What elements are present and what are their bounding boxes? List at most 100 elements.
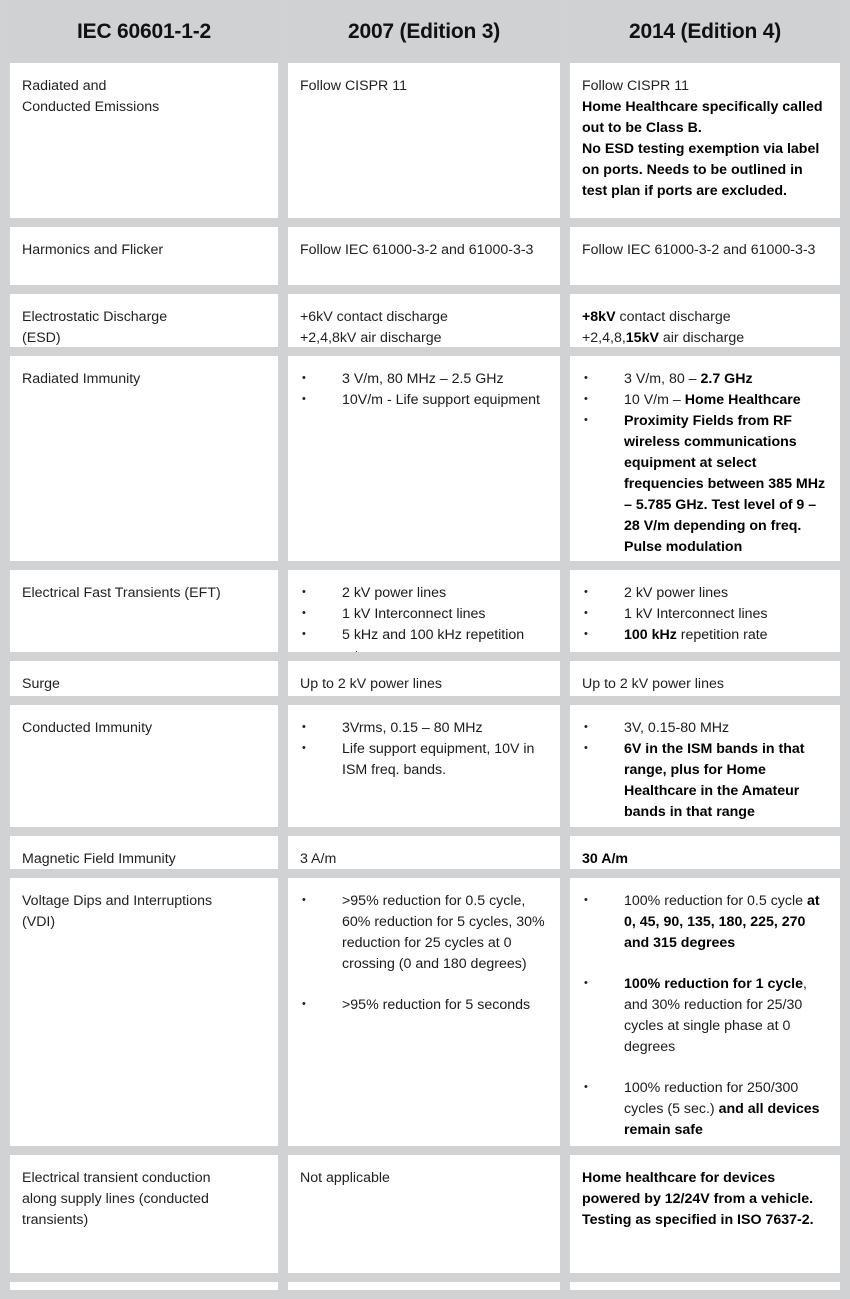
header-column-gap-1 <box>278 0 288 63</box>
text-line: Magnetic Field Immunity <box>22 851 176 867</box>
column-header-criterion-label: IEC 60601-1-2 <box>77 20 211 43</box>
criterion-text: Magnetic Field Immunity <box>22 849 266 869</box>
cell-criterion: Harmonics and Flicker <box>10 227 278 285</box>
text-line: Radiated Immunity <box>22 371 141 387</box>
cell-edition3: >95% reduction for 0.5 cycle, 60% reduct… <box>288 878 560 1146</box>
cell-criterion <box>10 1282 278 1290</box>
cell-criterion: Radiated Immunity <box>10 356 278 561</box>
cell-criterion: Magnetic Field Immunity <box>10 836 278 869</box>
cell-edition4: Follow CISPR 11 Home Healthcare specifica… <box>570 63 840 218</box>
bullet-item: 100% reduction for 0.5 cycle at 0, 45, 9… <box>582 890 828 954</box>
text-line: Harmonics and Flicker <box>22 242 164 258</box>
bullet-item: >95% reduction for 0.5 cycle, 60% reduct… <box>300 890 548 975</box>
column-gap-2 <box>560 661 570 696</box>
bullet-item: Life support equipment, 10V in ISM freq.… <box>300 738 548 781</box>
cell-text: Follow IEC 61000-3-2 and 61000-3-3 <box>300 240 548 261</box>
cell-edition4: 30 A/m <box>570 836 840 869</box>
text-line: Up to 2 kV power lines <box>300 676 442 692</box>
text-run: repetition rate <box>676 627 768 643</box>
bullet-item: 100% reduction for 1 cycle, and 30% redu… <box>582 973 828 1058</box>
text-line: Follow CISPR 11 <box>582 78 689 94</box>
text-line: Follow IEC 61000-3-2 and 61000-3-3 <box>300 242 534 258</box>
bullet-item: 3 V/m, 80 MHz – 2.5 GHz <box>300 368 548 390</box>
cell-edition4: +8kV contact discharge +2,4,8,15kV air di… <box>570 294 840 347</box>
cell-edition3: Follow IEC 61000-3-2 and 61000-3-3 <box>288 227 560 285</box>
text-line: Surge <box>22 676 60 692</box>
text-line: along supply lines (conducted <box>22 1191 209 1207</box>
cell-text: Follow CISPR 11 <box>300 76 548 97</box>
text-line: Follow CISPR 11 <box>300 78 407 94</box>
cell-text: Follow IEC 61000-3-2 and 61000-3-3 <box>582 240 828 261</box>
cell-edition4: Up to 2 kV power lines <box>570 661 840 696</box>
emphasis-text: 2.7 GHz <box>700 371 753 387</box>
text-run: 2 kV power lines <box>624 585 729 601</box>
column-gap-1 <box>278 1282 288 1290</box>
table-row <box>10 1282 840 1290</box>
text-line: Follow IEC 61000-3-2 and 61000-3-3 <box>582 242 816 258</box>
criterion-text: Conducted Immunity <box>22 718 266 739</box>
cell-criterion: Electrical transient conduction along sup… <box>10 1155 278 1273</box>
cell-edition3: 2 kV power lines 1 kV Interconnect lines 5… <box>288 570 560 652</box>
text-run: air discharge <box>658 330 745 346</box>
cell-text: Up to 2 kV power lines <box>300 674 548 695</box>
text-line: Home healthcare for devices powered by 1… <box>582 1170 814 1207</box>
table-row: Surge Up to 2 kV power lines Up to 2 kV po… <box>10 661 840 696</box>
cell-edition3: 3 A/m <box>288 836 560 869</box>
header-column-gap-2 <box>560 0 570 63</box>
column-gap-1 <box>278 705 288 827</box>
text-run: 10V/m - Life support equipment <box>342 392 540 408</box>
table-row: Electrical Fast Transients (EFT) 2 kV pow… <box>10 570 840 652</box>
column-gap-1 <box>278 878 288 1146</box>
column-gap-2 <box>560 294 570 347</box>
column-gap-1 <box>278 661 288 696</box>
text-line: Conducted Emissions <box>22 99 160 115</box>
table-row: Voltage Dips and Interruptions (VDI) >95% … <box>10 878 840 1146</box>
text-line: Not applicable <box>300 1170 390 1186</box>
bullet-item: 6V in the ISM bands in that range, plus … <box>582 738 828 823</box>
table-row: Electrostatic Discharge (ESD) +6kV contact… <box>10 294 840 347</box>
column-gap-2 <box>560 1155 570 1273</box>
column-gap-2 <box>560 63 570 218</box>
bullet-list: 2 kV power lines 1 kV Interconnect lines 5… <box>300 582 548 652</box>
bullet-list: 3V, 0.15-80 MHz 6V in the ISM bands in th… <box>582 717 828 823</box>
column-header-edition3-label: 2007 (Edition 3) <box>347 20 500 43</box>
emphasis-text: +8kV <box>582 309 616 325</box>
text-line: transients) <box>22 1212 89 1228</box>
bullet-item: 10 V/m – Home Healthcare <box>582 389 828 411</box>
cell-edition4: 3 V/m, 80 – 2.7 GHz10 V/m – Home Healthc… <box>570 356 840 561</box>
cell-edition3: Up to 2 kV power lines <box>288 661 560 696</box>
text-run: 1 kV Interconnect lines <box>624 606 768 622</box>
bullet-item: Proximity Fields from RF wireless commun… <box>582 410 828 558</box>
bullet-list: 3 V/m, 80 – 2.7 GHz10 V/m – Home Healthc… <box>582 368 828 558</box>
text-line: Testing as specified in ISO 7637-2. <box>582 1212 814 1228</box>
cell-criterion: Radiated and Conducted Emissions <box>10 63 278 218</box>
text-run: 5 kHz and 100 kHz repetition rate <box>342 627 525 652</box>
cell-text: Home healthcare for devices powered by 1… <box>582 1168 828 1231</box>
bullet-item: >95% reduction for 5 seconds <box>300 994 548 1016</box>
text-line: +2,4,8kV air discharge <box>300 330 442 346</box>
text-line: 3 A/m <box>300 851 337 867</box>
cell-criterion: Voltage Dips and Interruptions (VDI) <box>10 878 278 1146</box>
text-run: contact discharge <box>615 309 731 325</box>
criterion-text: Surge <box>22 674 266 695</box>
text-line: Electrical Fast Transients (EFT) <box>22 585 221 601</box>
bullet-item: 1 kV Interconnect lines <box>300 603 548 625</box>
cell-edition4: 2 kV power lines 1 kV Interconnect lines 1… <box>570 570 840 652</box>
bullet-list: 2 kV power lines 1 kV Interconnect lines 1… <box>582 582 828 646</box>
text-run: 2 kV power lines <box>342 585 447 601</box>
column-header-edition3: 2007 (Edition 3) <box>288 0 560 63</box>
table-row: Conducted Immunity 3Vrms, 0.15 – 80 MHz Li… <box>10 705 840 827</box>
cell-edition4: 3V, 0.15-80 MHz 6V in the ISM bands in th… <box>570 705 840 827</box>
cell-text: Up to 2 kV power lines <box>582 674 828 695</box>
criterion-text: Radiated Immunity <box>22 369 266 390</box>
emphasis-text: Home Healthcare <box>684 392 801 408</box>
emphasis-text: 100% reduction for 1 cycle <box>624 976 803 992</box>
text-line: (VDI) <box>22 914 56 930</box>
column-gap-1 <box>278 227 288 285</box>
table-body: Radiated and Conducted Emissions Follow CI… <box>10 63 840 1290</box>
text-line: Home Healthcare specifically called out … <box>582 99 827 136</box>
bullet-list: 3Vrms, 0.15 – 80 MHz Life support equipme… <box>300 717 548 781</box>
text-line: Voltage Dips and Interruptions <box>22 893 213 909</box>
bullet-item: 3V, 0.15-80 MHz <box>582 717 828 739</box>
column-header-criterion: IEC 60601-1-2 <box>10 0 278 63</box>
